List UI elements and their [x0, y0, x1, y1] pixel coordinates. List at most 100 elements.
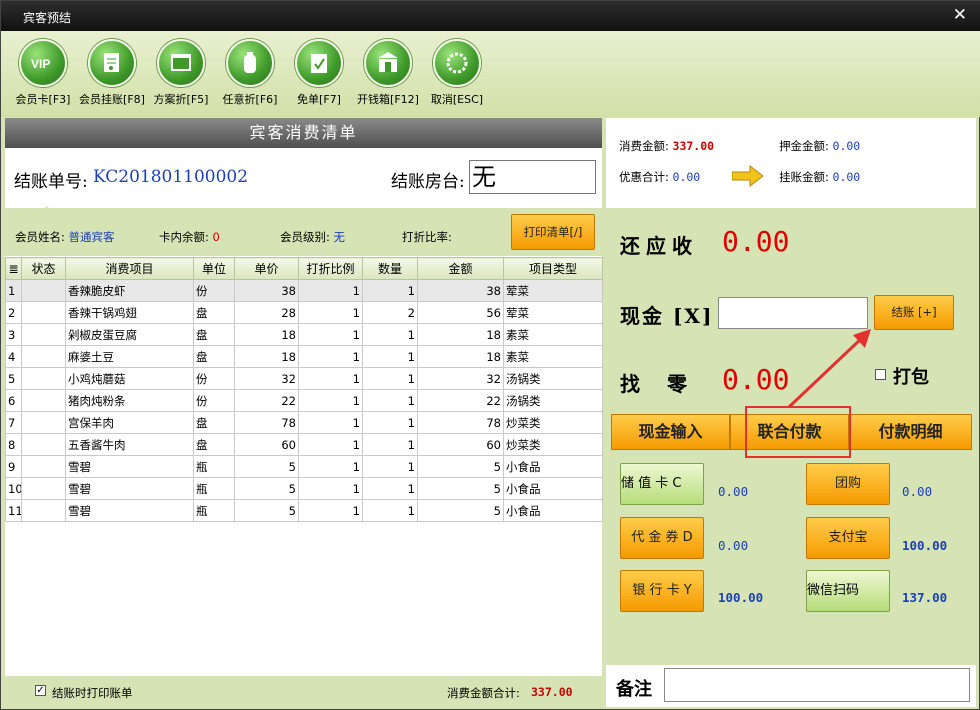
checkout-button[interactable]: 结账 [+] — [874, 295, 954, 330]
column-header[interactable]: 单价 — [234, 257, 299, 280]
table-cell: 雪碧 — [65, 455, 194, 478]
table-cell: 小食品 — [503, 455, 603, 478]
table-cell: 60 — [234, 433, 299, 456]
table-row[interactable]: 6 猪肉炖粉条份 22 1 1 22 汤锅类 — [5, 389, 603, 412]
table-cell: 1 — [298, 367, 363, 390]
table-cell: 五香酱牛肉 — [65, 433, 194, 456]
print-list-button[interactable]: 打印清单[/] — [511, 214, 595, 250]
table-cell: 瓶 — [193, 477, 235, 500]
table-row[interactable]: 11 雪碧瓶 5 1 1 5 小食品 — [5, 499, 603, 522]
column-header[interactable]: 单位 — [193, 257, 235, 280]
print-on-checkout-checkbox[interactable]: ✓ — [35, 685, 46, 696]
payment-method-button-2[interactable]: 代 金 券 D — [620, 517, 704, 559]
column-header[interactable]: ≣ — [5, 257, 22, 280]
toolbar-button-3[interactable]: 任意折[F6] — [215, 39, 285, 107]
toolbar-button-2[interactable]: 方案折[F5] — [146, 39, 216, 107]
column-header[interactable]: 数量 — [362, 257, 418, 280]
member-name-field: 会员姓名: 普通宾客 — [15, 229, 115, 245]
column-header[interactable]: 状态 — [21, 257, 66, 280]
toolbar-button-5[interactable]: 开钱箱[F12] — [353, 39, 423, 107]
table-cell: 小鸡炖蘑菇 — [65, 367, 194, 390]
cancel-icon — [433, 39, 481, 87]
card-balance-field: 卡内余额: 0 — [159, 229, 220, 245]
table-cell: 1 — [298, 301, 363, 324]
payment-method-button-1[interactable]: 团购 — [806, 463, 890, 505]
toolbar-button-0[interactable]: VIP 会员卡[F3] — [8, 39, 78, 107]
table-cell: 小食品 — [503, 477, 603, 500]
table-row[interactable]: 8 五香酱牛肉盘 60 1 1 60 炒菜类 — [5, 433, 603, 456]
table-row[interactable]: 10 雪碧瓶 5 1 1 5 小食品 — [5, 477, 603, 500]
table-cell: 猪肉炖粉条 — [65, 389, 194, 412]
table-cell: 1 — [298, 411, 363, 434]
payment-method-button-4[interactable]: 银 行 卡 Y — [620, 570, 704, 612]
toolbar-label: 会员挂账[F8] — [79, 93, 145, 106]
table-cell: 8 — [5, 433, 22, 456]
toolbar-button-6[interactable]: 取消[ESC] — [422, 39, 492, 107]
plan-discount-icon — [157, 39, 205, 87]
notes-input[interactable] — [664, 668, 970, 702]
column-header[interactable]: 消费项目 — [65, 257, 194, 280]
table-header: ≣ 状态 消费项目 单位 单价 打折比例 数量 金额 项目类型 — [5, 257, 603, 280]
table-cell: 份 — [193, 279, 235, 302]
table-cell: 5 — [417, 477, 504, 500]
discount-label: 优惠合计: — [619, 170, 669, 184]
table-cell: 22 — [234, 389, 299, 412]
table-cell — [21, 345, 66, 368]
table-cell: 5 — [234, 499, 299, 522]
tab-payment-detail[interactable]: 付款明细 — [849, 414, 972, 450]
table-cell — [21, 301, 66, 324]
toolbar-button-4[interactable]: 免单[F7] — [284, 39, 354, 107]
toolbar-button-1[interactable]: 会员挂账[F8] — [77, 39, 147, 107]
table-row[interactable]: 9 雪碧瓶 5 1 1 5 小食品 — [5, 455, 603, 478]
table-cell: 32 — [234, 367, 299, 390]
column-header[interactable]: 项目类型 — [503, 257, 603, 280]
table-row[interactable]: 3 剁椒皮蛋豆腐盘 18 1 1 18 素菜 — [5, 323, 603, 346]
table-cell: 瓶 — [193, 455, 235, 478]
total-label: 消费金额合计: — [447, 686, 520, 700]
discount-field: 优惠合计: 0.00 — [619, 169, 700, 185]
bill-panel: 宾客消费清单 结账单号: KC201801100002 结账房台: 无 会员姓名… — [5, 118, 603, 707]
tab-cash-input[interactable]: 现金输入 — [611, 414, 730, 450]
room-label: 结账房台: — [391, 172, 465, 192]
table-cell: 1 — [298, 323, 363, 346]
change-label: 找 零 — [620, 372, 687, 396]
payment-method-value-0: 0.00 — [718, 484, 749, 499]
deposit-field: 押金金额: 0.00 — [779, 138, 860, 154]
table-cell: 1 — [362, 323, 418, 346]
payment-method-button-5[interactable]: 微信扫码 — [806, 570, 890, 612]
member-level-value: 无 — [333, 230, 346, 244]
close-icon[interactable]: ✕ — [953, 5, 967, 25]
table-row[interactable]: 4 麻婆土豆盘 18 1 1 18 素菜 — [5, 345, 603, 368]
table-cell: 56 — [417, 301, 504, 324]
table-cell: 6 — [5, 389, 22, 412]
table-cell: 份 — [193, 367, 235, 390]
table-cell: 1 — [298, 433, 363, 456]
toolbar-label: 开钱箱[F12] — [357, 93, 419, 106]
table-cell: 4 — [5, 345, 22, 368]
member-name-value: 普通宾客 — [68, 230, 115, 244]
table-cell: 香辣脆皮虾 — [65, 279, 194, 302]
column-header[interactable]: 金额 — [417, 257, 504, 280]
table-row[interactable]: 2 香辣干锅鸡翅盘 28 1 2 56 荤菜 — [5, 301, 603, 324]
table-cell: 22 — [417, 389, 504, 412]
toolbar: VIP 会员卡[F3] 会员挂账[F8] 方案折[F5] 任意折[F6] 免单[F7] 开钱… — [1, 31, 980, 117]
table-row[interactable]: 1 香辣脆皮虾份 38 1 1 38 荤菜 — [5, 279, 603, 302]
table-cell: 38 — [417, 279, 504, 302]
payment-method-button-3[interactable]: 支付宝 — [806, 517, 890, 559]
print-on-checkout-label: 结账时打印账单 — [52, 686, 133, 700]
table-row[interactable]: 7 宫保羊肉盘 78 1 1 78 炒菜类 — [5, 411, 603, 434]
table-cell — [21, 477, 66, 500]
table-cell: 28 — [234, 301, 299, 324]
table-cell: 炒菜类 — [503, 411, 603, 434]
table-cell: 素菜 — [503, 345, 603, 368]
table-row[interactable]: 5 小鸡炖蘑菇份 32 1 1 32 汤锅类 — [5, 367, 603, 390]
consume-field: 消费金额: 337.00 — [619, 138, 714, 154]
deposit-label: 押金金额: — [779, 139, 829, 153]
column-header[interactable]: 打折比例 — [298, 257, 363, 280]
total-value: 337.00 — [531, 685, 573, 699]
member-name-label: 会员姓名: — [15, 230, 65, 244]
table-cell: 11 — [5, 499, 22, 522]
consume-label: 消费金额: — [619, 139, 669, 153]
window-title: 宾客预结 — [23, 11, 72, 25]
payment-method-button-0[interactable]: 储 值 卡 C — [620, 463, 704, 505]
